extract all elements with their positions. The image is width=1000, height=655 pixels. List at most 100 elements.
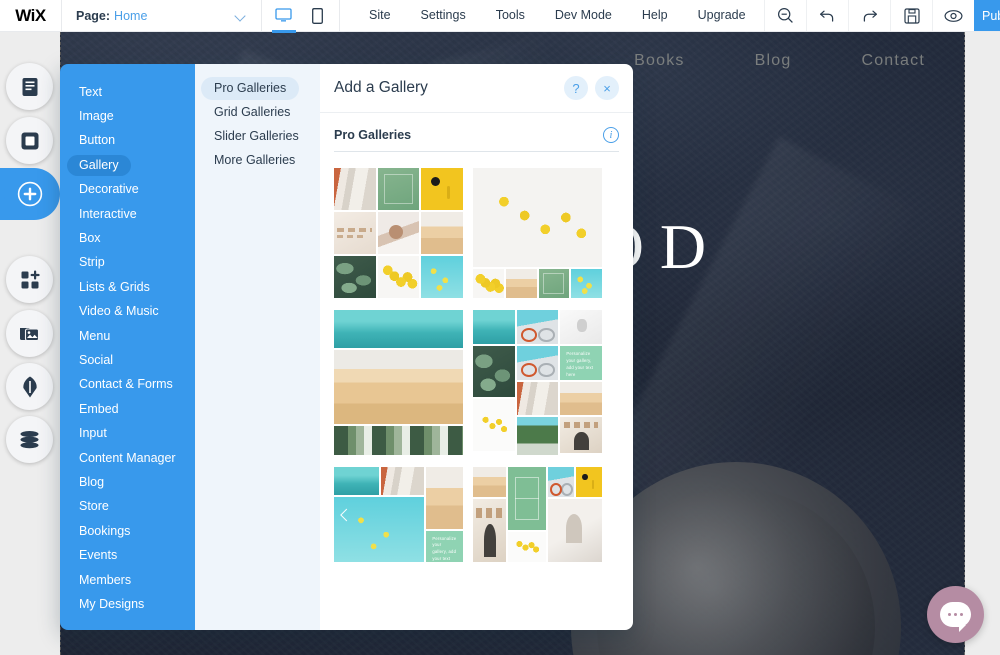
thumb-tile [334,310,463,348]
undo-icon[interactable] [806,0,848,31]
info-icon[interactable]: i [603,127,619,143]
apps-icon [21,270,40,288]
category-item-label: Button [79,133,116,148]
category-item-contact-forms[interactable]: Contact & Forms [60,373,195,397]
thumb-tile [538,269,570,298]
redo-icon[interactable] [848,0,890,31]
site-nav-item[interactable]: Books [634,52,684,70]
mobile-view-icon[interactable] [308,6,328,26]
thumb-tile [421,212,463,254]
category-item-content-manager[interactable]: Content Manager [60,446,195,470]
thumb-tile [377,256,420,298]
gallery-thumbnail-grid: Personalize your gallery, add your text … [320,152,633,562]
chat-dot [959,612,964,617]
database-icon [20,430,39,448]
category-item-decorative[interactable]: Decorative [60,178,195,202]
chat-bubble-icon [940,602,971,632]
subcategory-item-slider-galleries[interactable]: Slider Galleries [195,124,320,148]
top-bar-actions [764,0,974,31]
close-button[interactable]: × [595,76,619,100]
thumb-text-tile: Personalize your gallery, add your text … [426,530,463,562]
gallery-thumb-slider-arrows[interactable]: Personalize your gallery, add your text … [334,467,463,562]
category-item-events[interactable]: Events [60,543,195,567]
rail-add-apps[interactable] [6,256,53,303]
category-item-bookings[interactable]: Bookings [60,519,195,543]
category-item-blog[interactable]: Blog [60,470,195,494]
section-title: Pro Galleries [334,128,412,142]
gallery-thumb-slider-strip[interactable] [473,168,602,298]
category-item-label: Contact & Forms [79,377,173,392]
category-item-label: Box [79,231,101,246]
category-item-interactive[interactable]: Interactive [60,202,195,226]
editor-top-bar: WiX Page: Home Site Settings Tools Dev Mo… [0,0,1000,33]
chat-dot [953,612,958,617]
category-item-label: Bookings [79,523,131,538]
category-item-video-music[interactable]: Video & Music [60,300,195,324]
category-item-strip[interactable]: Strip [60,251,195,275]
rail-content-manager[interactable] [6,416,53,463]
thumb-tile [473,499,507,562]
desktop-view-icon[interactable] [271,6,296,33]
menu-site[interactable]: Site [354,0,406,31]
thumb-tile [575,467,602,498]
thumb-tile [473,310,515,344]
page-selector-value: Home [114,8,148,23]
gallery-thumb-masonry-columns[interactable] [334,310,463,455]
thumb-tile [571,269,602,298]
gallery-thumb-collage[interactable] [473,467,602,562]
preview-icon[interactable] [932,0,974,31]
site-nav-item[interactable]: Contact [861,52,925,70]
thumb-tile [516,345,559,380]
category-item-gallery[interactable]: Gallery [60,153,195,177]
category-item-members[interactable]: Members [60,568,195,592]
gallery-thumb-grid-3x3[interactable] [334,168,463,298]
menu-settings[interactable]: Settings [406,0,481,31]
category-item-button[interactable]: Button [60,129,195,153]
rail-menus-and-pages[interactable] [6,63,53,110]
menu-upgrade[interactable]: Upgrade [683,0,761,31]
thumb-tile [426,467,463,529]
save-icon[interactable] [890,0,932,31]
subcategory-item-pro-galleries[interactable]: Pro Galleries [195,76,320,100]
category-item-my-designs[interactable]: My Designs [60,592,195,616]
category-item-lists-grids[interactable]: Lists & Grids [60,275,195,299]
gallery-thumb-masonry-mixed[interactable]: Personalize your gallery, add your text … [473,310,602,455]
rail-add-elements[interactable] [4,168,56,220]
subcategory-item-label: Pro Galleries [201,76,300,100]
category-item-image[interactable]: Image [60,104,195,128]
site-nav-item[interactable]: Blog [755,52,792,70]
thumb-tile [334,467,380,495]
chat-widget[interactable] [927,586,984,643]
category-item-label: Decorative [79,182,139,197]
menu-dev-mode[interactable]: Dev Mode [540,0,627,31]
category-item-store[interactable]: Store [60,495,195,519]
thumb-tile [505,269,537,298]
category-item-menu[interactable]: Menu [60,324,195,348]
category-item-box[interactable]: Box [60,226,195,250]
category-item-social[interactable]: Social [60,348,195,372]
panel-header: Add a Gallery ? × [320,64,633,113]
wix-logo[interactable]: WiX [0,0,62,31]
category-item-label: Embed [79,401,119,416]
zoom-out-icon[interactable] [764,0,806,31]
help-button[interactable]: ? [564,76,588,100]
thumb-tile [421,256,463,298]
rail-my-uploads[interactable] [6,310,53,357]
category-item-embed[interactable]: Embed [60,397,195,421]
category-item-text[interactable]: Text [60,80,195,104]
subcategory-item-more-galleries[interactable]: More Galleries [195,148,320,172]
category-item-input[interactable]: Input [60,421,195,445]
rail-start-blogging[interactable] [6,363,53,410]
thumb-tile [421,168,463,210]
background-icon [21,132,38,149]
chevron-down-icon[interactable] [235,10,247,22]
page-selector[interactable]: Page: Home [62,0,262,31]
thumb-tile [508,531,546,562]
rail-site-background[interactable] [6,117,53,164]
subcategory-item-grid-galleries[interactable]: Grid Galleries [195,100,320,124]
menu-help[interactable]: Help [627,0,683,31]
menu-tools[interactable]: Tools [481,0,540,31]
thumb-tile [334,168,376,210]
subcategory-list: Pro Galleries Grid Galleries Slider Galler… [195,64,320,630]
publish-button[interactable]: Publish [974,0,1000,31]
